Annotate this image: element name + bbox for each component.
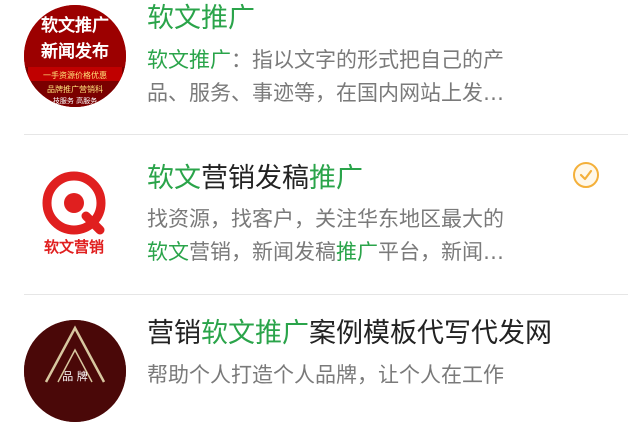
result-item[interactable]: 品 牌 营销软文推广案例模板代写代发网 帮助个人打造个人品牌，让个人在工作 xyxy=(0,295,628,422)
title-text: 营销 xyxy=(147,318,201,349)
desc-line2: 软文营销，新闻发稿推广平台，新闻… xyxy=(147,236,587,269)
title-highlight: 推广 xyxy=(309,163,363,194)
desc-line1: 找资源，找客户，关注华东地区最大的 xyxy=(147,203,587,236)
result-title[interactable]: 软文推广 xyxy=(147,2,255,36)
result-title[interactable]: 软文营销发稿推广 xyxy=(147,162,363,196)
account-avatar: 品 牌 xyxy=(24,320,126,422)
result-item[interactable]: 软文推广 新闻发布 一手资源价格优惠 品牌推广营销科 技服务 高服务 软文推广 … xyxy=(0,0,628,135)
desc-highlight: 软文推广 xyxy=(147,48,231,72)
account-avatar: 软文营销 xyxy=(24,163,126,265)
desc-text: 品、服务、事迹等，在国内网站上发… xyxy=(147,81,504,105)
logo-text: 软文营销 xyxy=(44,238,104,256)
desc-highlight: 软文 xyxy=(147,240,189,264)
desc-text: 找资源，找客户，关注华东地区最大的 xyxy=(147,207,504,231)
title-highlight: 软文推广 xyxy=(201,318,309,349)
avatar-line2: 新闻发布 xyxy=(41,41,109,62)
avatar-line3: 一手资源价格优惠 xyxy=(43,70,107,80)
desc-line1: 帮助个人打造个人品牌，让个人在工作 xyxy=(147,359,587,392)
account-avatar-art: 软文推广 新闻发布 一手资源价格优惠 品牌推广营销科 技服务 高服务 xyxy=(24,5,126,107)
desc-text: 平台，新闻… xyxy=(378,240,504,264)
result-description: 软文推广：指以文字的形式把自己的产 品、服务、事迹等，在国内网站上发… xyxy=(147,44,587,110)
verified-check-icon xyxy=(573,162,599,188)
account-avatar: 软文推广 新闻发布 一手资源价格优惠 品牌推广营销科 技服务 高服务 xyxy=(24,5,126,107)
desc-line2: 品、服务、事迹等，在国内网站上发… xyxy=(147,77,587,110)
brand-logo-icon: 软文营销 xyxy=(42,171,106,256)
title-highlight: 软文推广 xyxy=(147,3,255,34)
title-highlight: 软文 xyxy=(147,163,201,194)
avatar-line1: 软文推广 xyxy=(41,15,109,36)
result-description: 帮助个人打造个人品牌，让个人在工作 xyxy=(147,359,587,392)
desc-text: 营销，新闻发稿 xyxy=(189,240,336,264)
title-text: 案例模板代写代发网 xyxy=(309,318,552,349)
result-description: 找资源，找客户，关注华东地区最大的 软文营销，新闻发稿推广平台，新闻… xyxy=(147,203,587,269)
avatar-line5: 技服务 高服务 xyxy=(53,96,97,105)
avatar-line4: 品牌推广营销科 xyxy=(47,84,103,94)
result-title[interactable]: 营销软文推广案例模板代写代发网 xyxy=(147,317,552,351)
result-item[interactable]: 软文营销 软文营销发稿推广 找资源，找客户，关注华东地区最大的 软文营销，新闻发… xyxy=(0,135,628,295)
title-text: 营销发稿 xyxy=(201,163,309,194)
desc-highlight: 推广 xyxy=(336,240,378,264)
desc-line1: 软文推广：指以文字的形式把自己的产 xyxy=(147,44,587,77)
desc-text: ：指以文字的形式把自己的产 xyxy=(231,48,504,72)
avatar-text: 品 牌 xyxy=(62,369,88,383)
desc-text: 帮助个人打造个人品牌，让个人在工作 xyxy=(147,363,504,387)
account-avatar-art: 品 牌 xyxy=(24,320,126,422)
